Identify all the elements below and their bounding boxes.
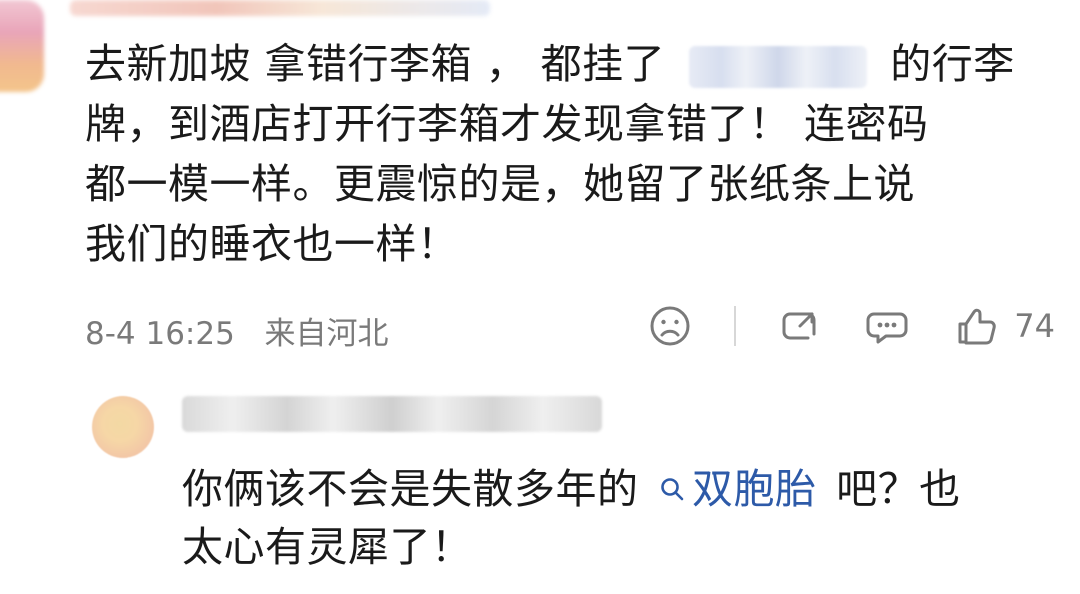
reply-line-1-suffix: 吧？也	[836, 465, 961, 513]
search-link[interactable]: 双胞胎	[658, 460, 817, 518]
redacted-text-blur	[688, 46, 867, 88]
comment-location: 来自河北	[264, 316, 389, 352]
thumbs-up-icon	[952, 304, 1000, 348]
comment-button[interactable]	[864, 300, 910, 352]
repost-button[interactable]	[778, 300, 822, 352]
actions-divider	[734, 306, 737, 346]
search-icon	[658, 460, 686, 518]
top-username-blur	[70, 0, 490, 16]
like-count: 74	[1014, 307, 1055, 345]
reply-text: 你俩该不会是失散多年的 双胞胎 吧？也 太心有灵犀了！	[182, 460, 1042, 576]
reply-avatar[interactable]	[92, 396, 154, 458]
repost-icon	[778, 304, 822, 348]
reply-line-1-prefix: 你俩该不会是失散多年的	[182, 465, 639, 513]
comment-line-1: 去新加坡 拿错行李箱 ， 都挂了 的行李	[85, 34, 1055, 94]
like-button[interactable]: 74	[952, 300, 1055, 352]
comment-text: 去新加坡 拿错行李箱 ， 都挂了 的行李 牌，到酒店打开行李箱才发现拿错了！ 连…	[85, 34, 1055, 274]
comment-line-2: 牌，到酒店打开行李箱才发现拿错了！ 连密码	[85, 100, 929, 148]
comment-line-3: 都一模一样。更震惊的是，她留了张纸条上说	[85, 160, 915, 208]
comment-line-4: 我们的睡衣也一样！	[85, 220, 459, 268]
comment-meta-row: 8-4 16:25 来自河北 74	[85, 300, 1055, 352]
top-avatar-blur	[0, 0, 44, 92]
comment-line-1-prefix: 去新加坡 拿错行李箱 ， 都挂了	[85, 40, 666, 88]
reply-username-blur	[182, 396, 602, 432]
reply-line-2: 太心有灵犀了！	[182, 523, 473, 571]
comment-meta: 8-4 16:25 来自河北	[85, 308, 389, 353]
reaction-button[interactable]	[648, 300, 692, 352]
comment-actions: 74	[648, 300, 1055, 352]
search-term: 双胞胎	[692, 465, 817, 513]
comment-icon	[864, 304, 910, 348]
reply-line-1: 你俩该不会是失散多年的 双胞胎 吧？也	[182, 460, 1042, 518]
comment-line-1-suffix: 的行李	[890, 40, 1015, 88]
comment-datetime: 8-4 16:25	[85, 316, 235, 352]
sad-face-icon	[648, 304, 692, 348]
